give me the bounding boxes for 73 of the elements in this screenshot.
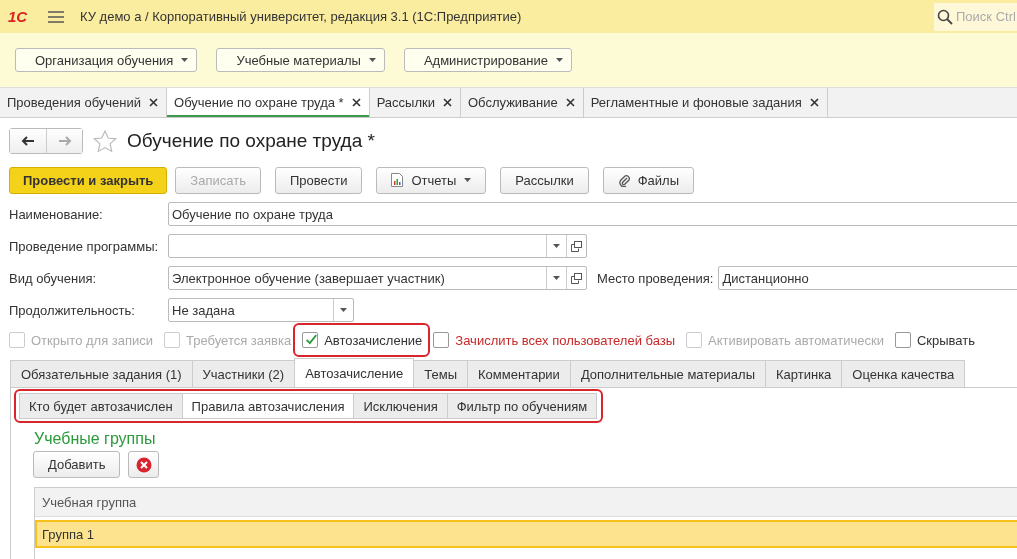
tab[interactable]: Оценка качества bbox=[841, 360, 966, 387]
field-label: Наименование: bbox=[9, 206, 104, 222]
back-button[interactable] bbox=[10, 129, 46, 153]
caret-icon bbox=[368, 58, 376, 62]
field-label: Проведение программы: bbox=[9, 238, 160, 254]
window-icon bbox=[571, 240, 582, 252]
caret-icon bbox=[553, 276, 560, 280]
column-header: Учебная группа bbox=[41, 494, 137, 510]
toolbar-button[interactable]: Файлы bbox=[602, 166, 695, 194]
caret-icon bbox=[340, 308, 347, 312]
field-label: Продолжительность: bbox=[9, 302, 136, 318]
tab[interactable]: Картинка bbox=[765, 360, 843, 387]
close-icon[interactable] bbox=[351, 98, 361, 107]
tab[interactable]: Комментарии bbox=[467, 360, 571, 387]
add-button[interactable]: Добавить bbox=[33, 451, 121, 478]
table-row[interactable]: Группа 1 bbox=[35, 520, 1017, 548]
checkbox[interactable] bbox=[894, 332, 911, 348]
close-icon[interactable] bbox=[443, 98, 452, 107]
caret-icon bbox=[555, 58, 563, 62]
section-title: Учебные группы bbox=[34, 430, 157, 448]
app-logo: 1С bbox=[8, 8, 29, 25]
checkbox[interactable] bbox=[302, 332, 319, 348]
report-icon bbox=[391, 173, 404, 187]
form-title: Обучение по охране труда * bbox=[127, 130, 375, 152]
open-tab[interactable]: Обучение по охране труда * bbox=[167, 88, 370, 117]
checkbox-label: Зачислить всех пользователей базы bbox=[455, 332, 676, 348]
close-icon[interactable] bbox=[565, 98, 575, 107]
post-and-close-button[interactable]: Провести и закрыть bbox=[9, 166, 168, 194]
open-tab[interactable]: Рассылки bbox=[369, 88, 461, 117]
close-icon[interactable] bbox=[809, 98, 819, 107]
toolbar-button[interactable]: Рассылки bbox=[500, 166, 589, 194]
window-title: КУ демо а / Корпоративный университет, редакция 3.1 (1С:Предприятие) bbox=[80, 9, 523, 24]
field-label: Вид обучения: bbox=[9, 270, 98, 286]
arrow-right-icon bbox=[57, 136, 72, 146]
subtab[interactable]: Правила автозачисления bbox=[181, 393, 355, 419]
arrow-left-icon bbox=[21, 136, 35, 146]
input-field[interactable]: Обучение по охране труда bbox=[168, 202, 1017, 226]
window-icon bbox=[571, 272, 582, 284]
caret-icon bbox=[464, 178, 472, 182]
caret-icon bbox=[553, 244, 560, 248]
section-dropdown[interactable]: Учебные материалы bbox=[216, 48, 385, 72]
tab[interactable]: Дополнительные материалы bbox=[569, 360, 766, 387]
paperclip-icon bbox=[617, 173, 630, 187]
input-field[interactable]: Не задана bbox=[168, 298, 354, 322]
input-field[interactable]: Дистанционно bbox=[718, 266, 1017, 290]
toolbar-button[interactable]: Отчеты bbox=[376, 166, 487, 194]
tab[interactable]: Обязательные задания (1) bbox=[10, 360, 193, 387]
checkbox-label: Активировать автоматически bbox=[708, 332, 884, 348]
input-field[interactable] bbox=[168, 234, 587, 258]
tab[interactable]: Темы bbox=[413, 360, 468, 387]
caret-icon bbox=[181, 58, 189, 62]
section-dropdown[interactable]: Администрирование bbox=[403, 48, 572, 72]
field-label: Место проведения: bbox=[597, 270, 714, 286]
checkbox-label: Автозачисление bbox=[324, 332, 423, 348]
tab[interactable]: Участники (2) bbox=[191, 360, 296, 387]
search-icon bbox=[937, 8, 953, 25]
checkbox-label: Скрывать bbox=[916, 332, 975, 348]
close-icon[interactable] bbox=[149, 98, 158, 107]
checkbox[interactable] bbox=[433, 332, 450, 348]
checkbox-label: Требуется заявка bbox=[186, 332, 292, 348]
subtab[interactable]: Исключения bbox=[353, 393, 448, 419]
section-dropdown[interactable]: Организация обучения bbox=[15, 48, 198, 72]
close-circle-icon bbox=[135, 456, 152, 473]
menu-icon[interactable] bbox=[48, 10, 64, 23]
open-tab[interactable]: Обслуживание bbox=[461, 88, 584, 117]
subtab[interactable]: Фильтр по обучениям bbox=[446, 393, 598, 419]
subtab[interactable]: Кто будет автозачислен bbox=[19, 393, 183, 419]
open-tab[interactable]: Регламентные и фоновые задания bbox=[583, 88, 828, 117]
toolbar-button[interactable]: Провести bbox=[274, 166, 363, 194]
input-field[interactable]: Электронное обучение (завершает участник) bbox=[168, 266, 587, 290]
checkbox-label: Открыто для записи bbox=[31, 332, 154, 348]
star-icon[interactable] bbox=[93, 129, 117, 153]
delete-button[interactable] bbox=[128, 451, 160, 478]
